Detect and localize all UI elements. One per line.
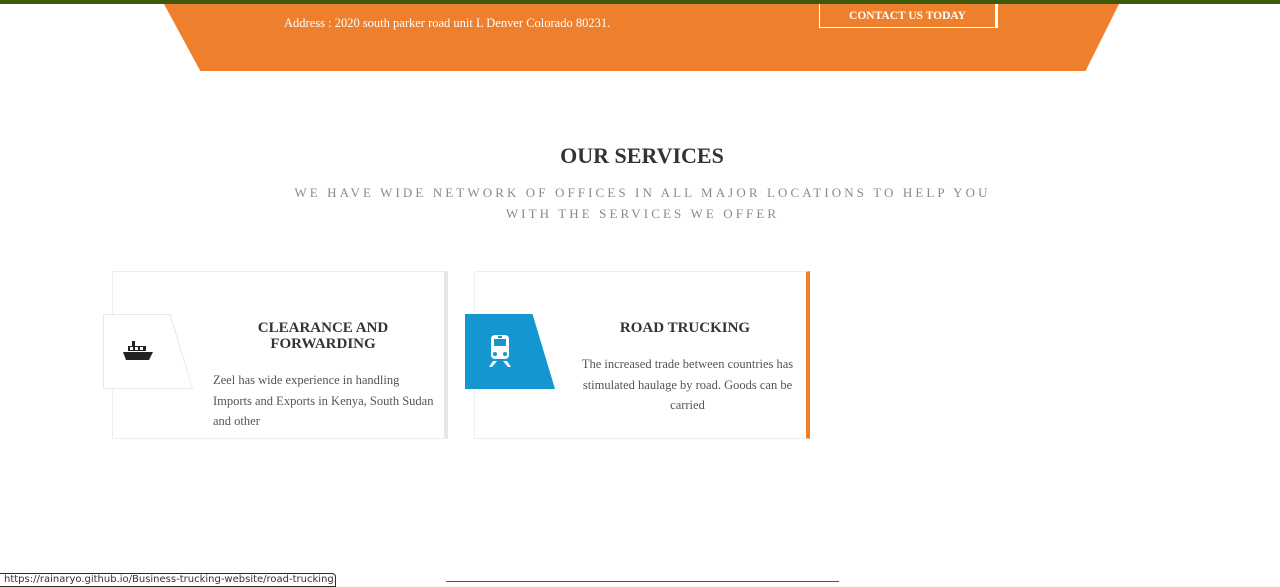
bottom-divider bbox=[446, 581, 839, 582]
contact-us-button[interactable]: CONTACT US TODAY bbox=[819, 4, 998, 28]
service-icon-box bbox=[465, 314, 555, 389]
ship-icon bbox=[123, 341, 153, 360]
train-icon bbox=[489, 335, 511, 367]
service-title: CLEARANCE AND FORWARDING bbox=[257, 320, 389, 352]
top-accent-line bbox=[0, 0, 1280, 4]
services-title: OUR SERVICES bbox=[560, 143, 724, 168]
services-subtitle: WE HAVE WIDE NETWORK OF OFFICES IN ALL M… bbox=[294, 185, 991, 221]
service-card-clearance[interactable]: CLEARANCE AND FORWARDING Zeel has wide e… bbox=[103, 271, 448, 439]
address-text: Address : 2020 south parker road unit L … bbox=[284, 16, 611, 30]
service-title: ROAD TRUCKING bbox=[619, 320, 751, 336]
link-status-bar: https://rainaryo.github.io/Business-truc… bbox=[0, 573, 336, 587]
service-description: Zeel has wide experience in handling Imp… bbox=[213, 373, 434, 428]
service-card-road-trucking[interactable]: ROAD TRUCKING The increased trade betwee… bbox=[465, 271, 810, 439]
service-description: The increased trade between countries ha… bbox=[581, 357, 794, 412]
service-icon-box bbox=[103, 314, 193, 389]
